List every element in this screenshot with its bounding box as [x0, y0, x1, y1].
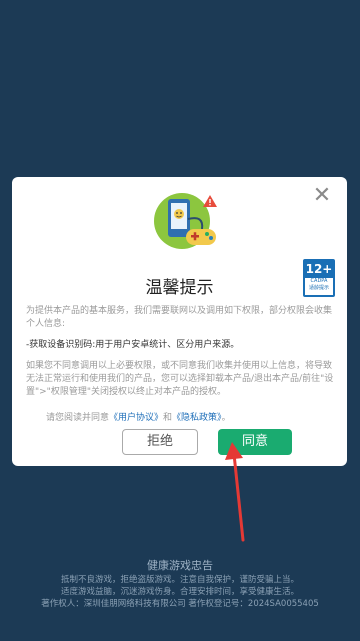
permission-dialog: ✕ 12+ CADPA 适龄提示 温馨提示 为提供本产品的基本服务，我们需要联网… [12, 177, 347, 466]
permission-item: -获取设备识别码:用于用户安卓统计、区分用户来源。 [26, 340, 240, 350]
footer-line-3: 著作权人：深圳佳朋网络科技有限公司 著作权登记号：2024SA0055405 [41, 599, 319, 609]
consequence-paragraph: 如果您不同意调用以上必要权限，或不同意我们收集并使用以上信息，将导致无法正常运行… [26, 361, 334, 397]
dialog-content: 为提供本产品的基本服务，我们需要联网以及调用如下权限，部分权限会收集个人信息: … [26, 305, 335, 407]
footer-line-2: 适度游戏益脑，沉迷游戏伤身。合理安排时间，享受健康生活。 [60, 587, 299, 597]
close-icon[interactable]: ✕ [311, 185, 333, 207]
footer-line-1: 抵制不良游戏，拒绝盗版游戏。注意自我保护，谨防受骗上当。 [60, 575, 299, 585]
footer-title: 健康游戏忠告 [147, 559, 213, 572]
privacy-policy-link[interactable]: 《隐私政策》 [172, 413, 222, 423]
health-advice-footer: 健康游戏忠告 抵制不良游戏，拒绝盗版游戏。注意自我保护，谨防受骗上当。 适度游戏… [0, 560, 360, 610]
dialog-title: 温馨提示 [145, 278, 214, 298]
agree-button[interactable]: 同意 [218, 429, 292, 455]
intro-paragraph: 为提供本产品的基本服务，我们需要联网以及调用如下权限，部分权限会收集个人信息: [26, 306, 333, 329]
agreement-line: 请您阅读并同意《用户协议》和《隐私政策》。 [46, 413, 231, 423]
reject-button[interactable]: 拒绝 [122, 429, 198, 455]
phone-gamepad-illustration [154, 193, 217, 249]
user-agreement-link[interactable]: 《用户协议》 [109, 413, 163, 423]
